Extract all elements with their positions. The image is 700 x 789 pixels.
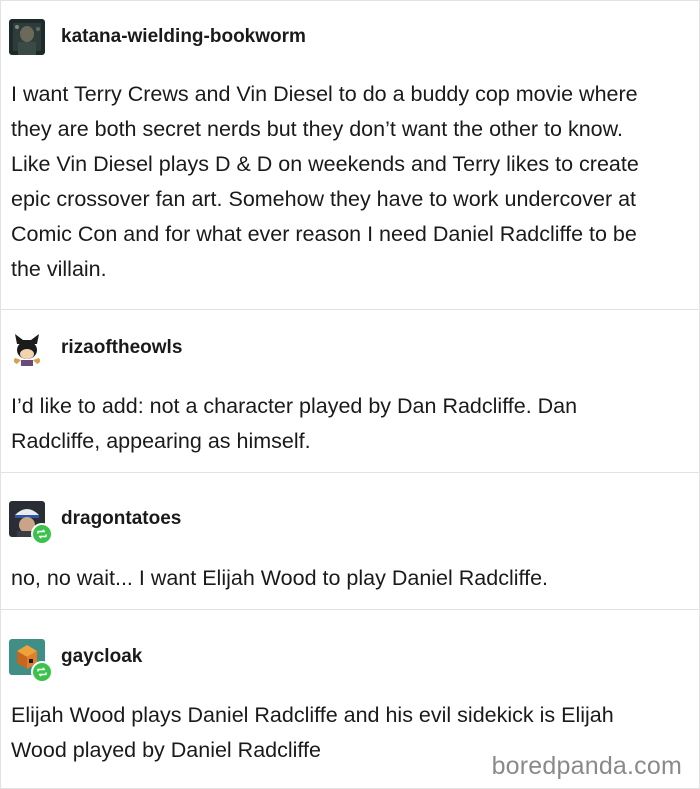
reblog-badge-icon	[31, 661, 53, 683]
text-line: no, no wait... I want Elijah Wood to pla…	[11, 566, 548, 590]
post-body: I want Terry Crews and Vin Diesel to do …	[11, 77, 689, 287]
username[interactable]: rizaoftheowls	[61, 337, 182, 359]
avatar[interactable]	[9, 501, 53, 545]
post-header: dragontatoes	[9, 501, 181, 545]
post-header: katana-wielding-bookworm	[9, 19, 306, 55]
text-line: Like Vin Diesel plays D & D on weekends …	[11, 152, 639, 176]
text-line: epic crossover fan art. Somehow they hav…	[11, 187, 637, 211]
text-line: I want Terry Crews and Vin Diesel to do …	[11, 82, 638, 106]
post-header: gaycloak	[9, 639, 142, 683]
post-3: dragontatoes no, no wait... I want Elija…	[1, 472, 699, 610]
username[interactable]: gaycloak	[61, 646, 142, 668]
cartoon-character-avatar-icon	[9, 330, 45, 366]
username[interactable]: katana-wielding-bookworm	[61, 26, 306, 48]
text-line: the villain.	[11, 257, 107, 281]
avatar[interactable]	[9, 330, 45, 366]
post-2: rizaoftheowls I’d like to add: not a cha…	[1, 309, 699, 473]
dark-portrait-avatar-icon	[9, 19, 45, 55]
text-line: Comic Con and for what ever reason I nee…	[11, 222, 637, 246]
post-1: katana-wielding-bookworm I want Terry Cr…	[1, 0, 699, 310]
post-body: no, no wait... I want Elijah Wood to pla…	[11, 561, 689, 596]
text-line: Elijah Wood plays Daniel Radcliffe and h…	[11, 703, 614, 727]
text-line: they are both secret nerds but they don’…	[11, 117, 623, 141]
reblog-badge-icon	[31, 523, 53, 545]
watermark: boredpanda.com	[491, 752, 682, 780]
post-header: rizaoftheowls	[9, 330, 182, 366]
avatar[interactable]	[9, 639, 53, 683]
username[interactable]: dragontatoes	[61, 508, 181, 530]
text-line: Radcliffe, appearing as himself.	[11, 429, 311, 453]
post-body: I’d like to add: not a character played …	[11, 389, 689, 459]
text-line: I’d like to add: not a character played …	[11, 394, 578, 418]
avatar[interactable]	[9, 19, 45, 55]
